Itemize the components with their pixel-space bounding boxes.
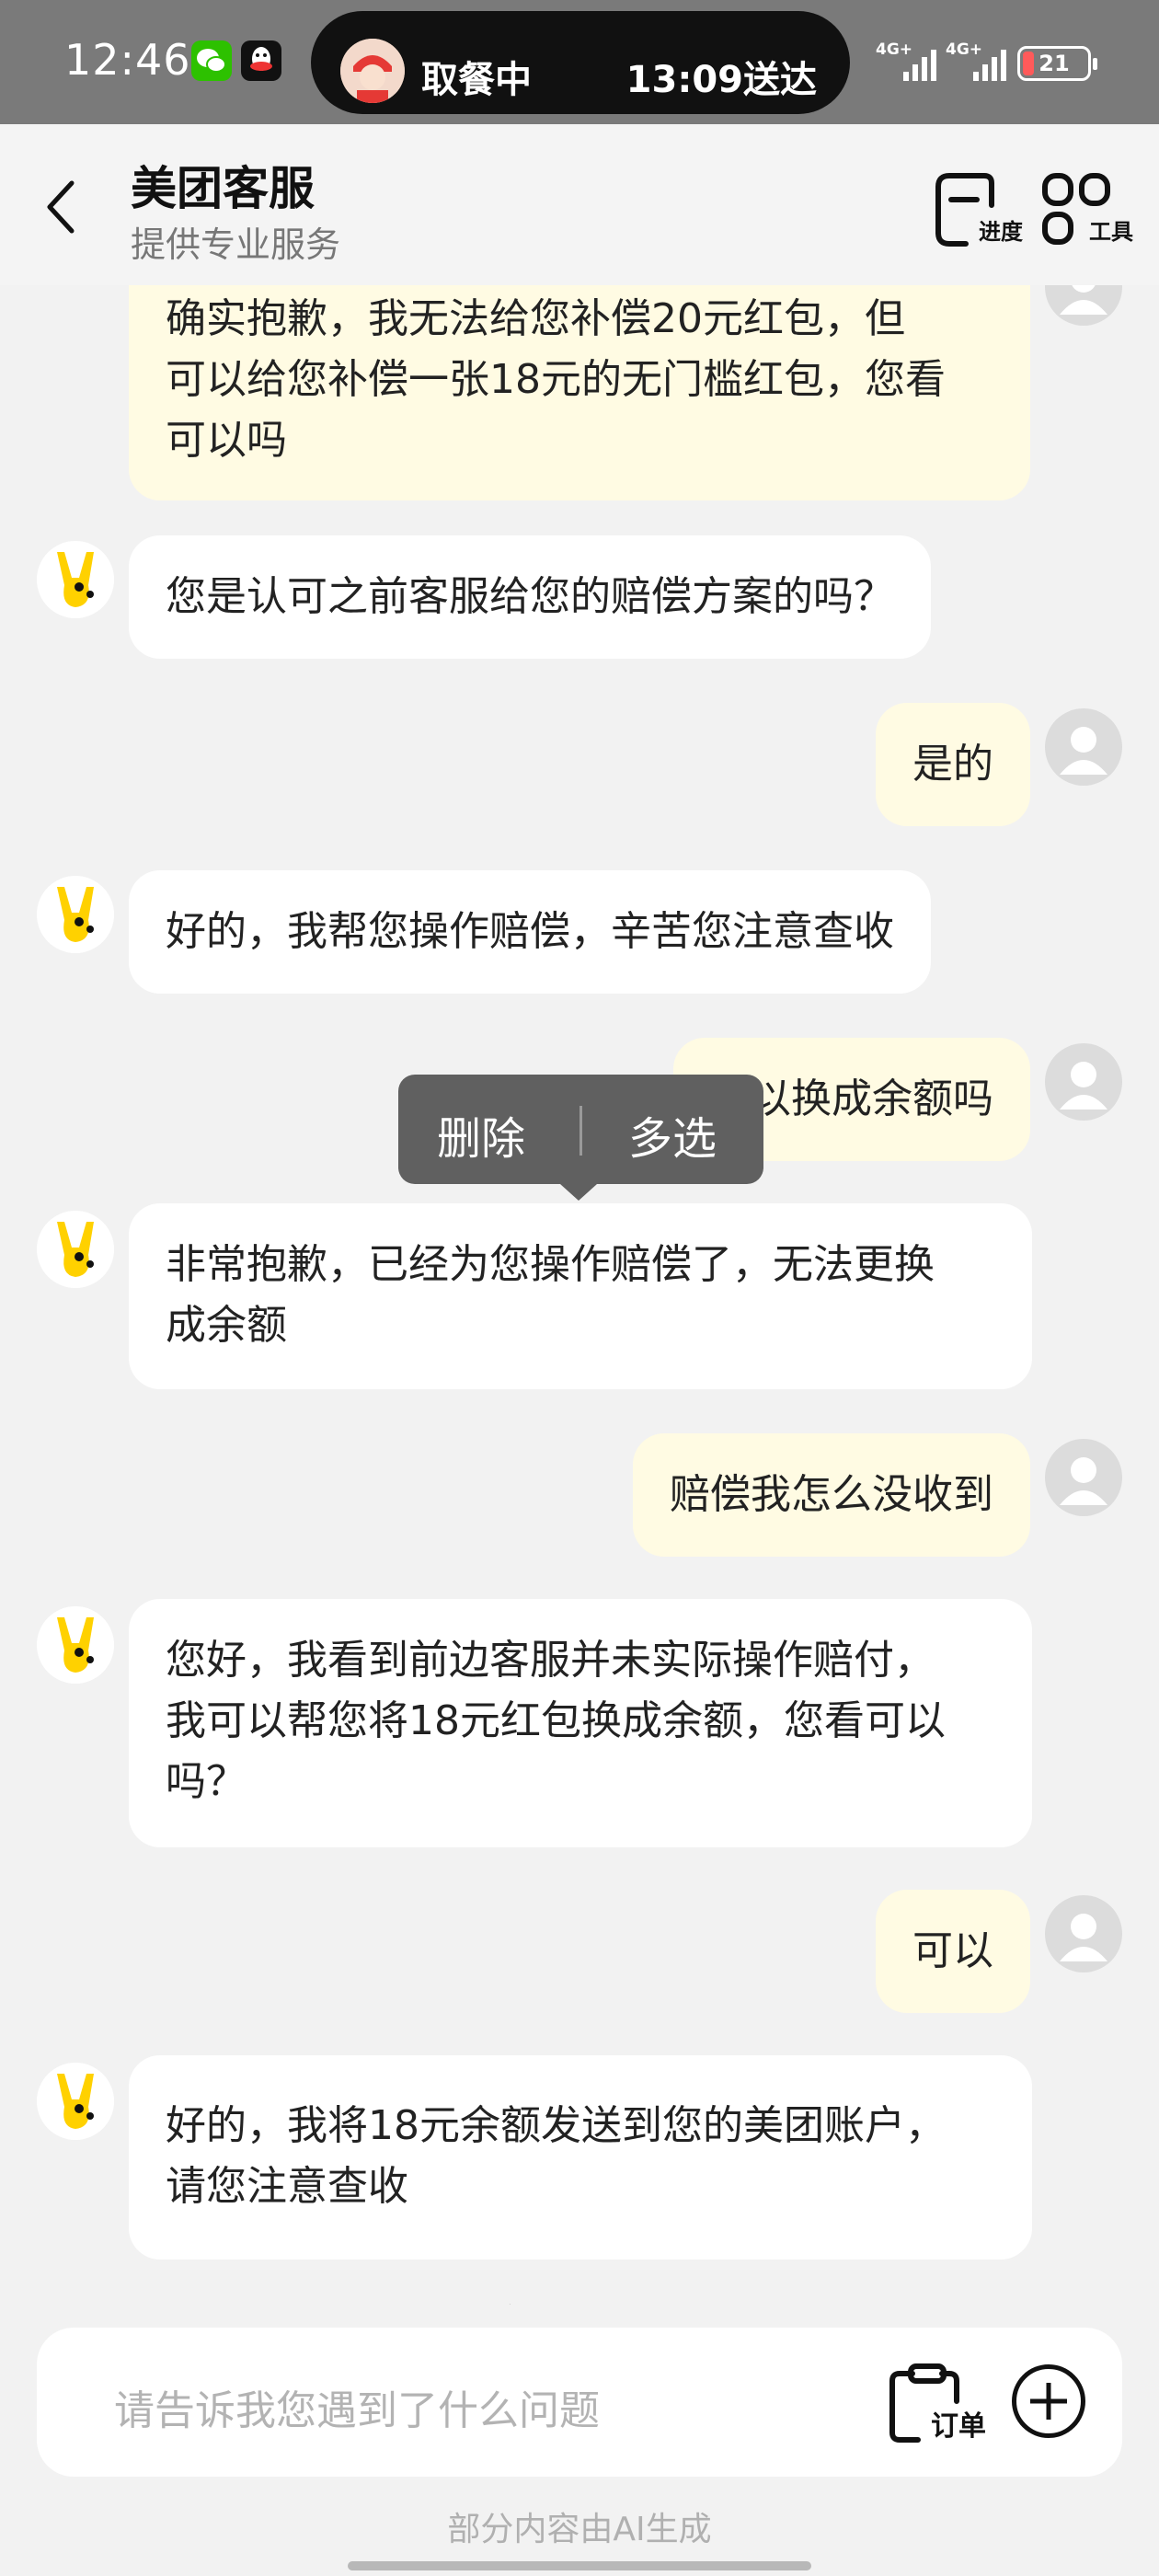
chat-area[interactable]: 确实抱歉，我无法给您补偿20元红包，但 可以给您补偿一张18元的无门槛红包，您看… (0, 285, 1159, 2305)
message-line: 可以给您补偿一张18元的无门槛红包，您看 (166, 356, 946, 403)
message-line: 我可以帮您将18元红包换成余额，您看可以 (166, 1697, 946, 1744)
message-line: 好的，我帮您操作赔偿，辛苦您注意查收 (166, 908, 894, 955)
message-line: 您是认可之前客服给您的赔偿方案的吗？ (166, 573, 894, 620)
battery-level: 21 (1039, 51, 1070, 76)
delivery-eta: 13:09送达 (625, 59, 817, 101)
signal-icon: 4G+ (946, 40, 1010, 83)
back-button[interactable] (37, 170, 92, 244)
page-title: 美团客服 (131, 162, 315, 215)
kangaroo-mascot-icon (37, 2063, 114, 2140)
ai-disclaimer: 部分内容由AI生成 (447, 2511, 712, 2548)
signal-icon: 4G+ (876, 40, 940, 83)
message-bubble-user[interactable]: 可以 (876, 1890, 1030, 2013)
message-bubble-user[interactable]: 是的 (876, 703, 1030, 826)
chat-header: 美团客服 提供专业服务 进度 工具 (0, 124, 1159, 285)
status-bar: 12:46 取餐中 13:09送达 4G+ 4G+ 21 (0, 0, 1159, 124)
battery-icon: 21 (1017, 46, 1097, 81)
chevron-left-icon (47, 180, 75, 234)
add-plus-icon[interactable] (1012, 2364, 1085, 2438)
page-subtitle: 提供专业服务 (131, 224, 341, 265)
home-indicator[interactable] (348, 2561, 811, 2570)
message-line: 成余额 (166, 1302, 287, 1349)
message-line: 吗？ (166, 1758, 247, 1805)
user-avatar[interactable] (1045, 285, 1122, 326)
time-separator: 今天 12:44 (0, 2294, 1159, 2305)
kangaroo-mascot-icon (37, 541, 114, 618)
message-input[interactable]: 请告诉我您遇到了什么问题 (114, 2377, 600, 2436)
user-avatar[interactable] (1045, 1439, 1122, 1516)
order-label: 订单 (931, 2410, 986, 2443)
bot-avatar[interactable] (37, 1211, 114, 1288)
context-menu: 删除 多选 (398, 1075, 763, 1201)
message-line: 可以 (912, 1927, 993, 1974)
message-bubble-bot[interactable]: 您好，我看到前边客服并未实际操作赔付， 我可以帮您将18元红包换成余额，您看可以… (129, 1599, 1032, 1847)
user-avatar[interactable] (1045, 1895, 1122, 1972)
tools-label: 工具 (1089, 219, 1133, 245)
progress-button[interactable]: 进度 (929, 168, 1023, 251)
message-line: 非常抱歉，已经为您操作赔偿了，无法更换 (166, 1241, 935, 1288)
dynamic-island[interactable]: 取餐中 13:09送达 (311, 11, 850, 114)
multi-select-menu-item[interactable]: 多选 (628, 1102, 717, 1167)
user-avatar[interactable] (1045, 1043, 1122, 1121)
progress-label: 进度 (979, 219, 1023, 245)
kangaroo-mascot-icon (37, 1606, 114, 1684)
order-button[interactable]: 订单 (885, 2359, 986, 2447)
message-line: 赔偿我怎么没收到 (670, 1471, 993, 1518)
message-line: 好的，我将18元余额发送到您的美团账户， (166, 2102, 946, 2149)
message-bubble-user[interactable]: 赔偿我怎么没收到 (633, 1433, 1030, 1557)
status-time: 12:46 (64, 35, 191, 85)
message-line: 您好，我看到前边客服并未实际操作赔付， (166, 1637, 935, 1684)
message-bubble-bot[interactable]: 非常抱歉，已经为您操作赔偿了，无法更换 成余额 (129, 1203, 1032, 1389)
bot-avatar[interactable] (37, 541, 114, 618)
tools-button[interactable]: 工具 (1039, 168, 1133, 251)
bot-avatar[interactable] (37, 1606, 114, 1684)
message-line: 是的 (912, 741, 993, 788)
message-bubble-bot[interactable]: 好的，我将18元余额发送到您的美团账户， 请您注意查收 (129, 2055, 1032, 2260)
user-avatar[interactable] (1045, 708, 1122, 786)
wechat-icon (191, 40, 232, 81)
bot-avatar[interactable] (37, 876, 114, 953)
delivery-status: 取餐中 (421, 59, 532, 101)
qq-icon (241, 40, 281, 81)
delete-menu-item[interactable]: 删除 (437, 1102, 525, 1167)
bot-avatar[interactable] (37, 2063, 114, 2140)
message-line: 请您注意查收 (166, 2163, 408, 2210)
message-bubble-user[interactable]: 确实抱歉，我无法给您补偿20元红包，但 可以给您补偿一张18元的无门槛红包，您看… (129, 285, 1030, 500)
menu-divider (580, 1106, 582, 1156)
message-input-bar: 请告诉我您遇到了什么问题 订单 (37, 2328, 1122, 2477)
message-line: 确实抱歉，我无法给您补偿20元红包，但 (166, 295, 905, 342)
message-bubble-bot[interactable]: 好的，我帮您操作赔偿，辛苦您注意查收 (129, 870, 931, 994)
message-bubble-bot[interactable]: 您是认可之前客服给您的赔偿方案的吗？ (129, 535, 931, 659)
courier-avatar-icon (340, 39, 405, 103)
kangaroo-mascot-icon (37, 1211, 114, 1288)
kangaroo-mascot-icon (37, 876, 114, 953)
message-line: 可以吗 (166, 417, 287, 464)
